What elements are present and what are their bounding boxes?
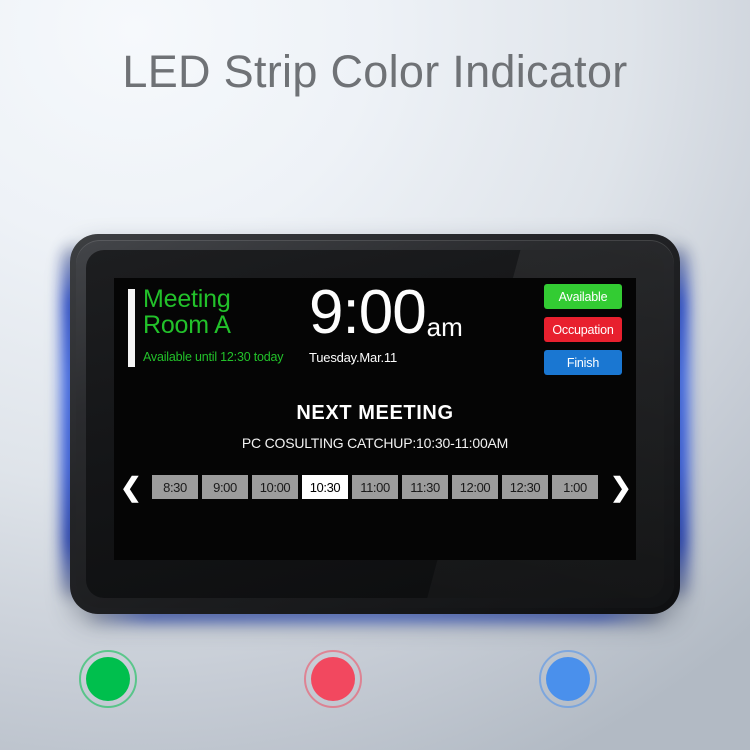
chevron-right-icon[interactable]: ❯ <box>610 474 632 500</box>
led-indicator-ring <box>304 650 362 708</box>
next-meeting-block: NEXT MEETING PC COSULTING CATCHUP:10:30-… <box>114 402 636 451</box>
led-indicator-ring <box>539 650 597 708</box>
room-availability-text: Available until 12:30 today <box>143 350 284 364</box>
led-room-booking-panel: Meeting Room A Available until 12:30 tod… <box>62 228 688 621</box>
timeline-slot[interactable]: 12:30 <box>502 475 548 499</box>
clock-meridiem: am <box>426 312 463 342</box>
chevron-left-icon[interactable]: ❮ <box>120 474 142 500</box>
status-button-available[interactable]: Available <box>544 284 622 309</box>
clock-row: 9:00 am <box>309 282 463 344</box>
red-led-indicator <box>304 650 362 708</box>
poster-canvas: LED Strip Color Indicator Meeting Room A… <box>0 0 750 750</box>
room-status-bar <box>128 289 135 367</box>
status-button-group: Available Occupation Finish <box>544 284 622 375</box>
timeline-slot[interactable]: 12:00 <box>452 475 498 499</box>
timeline-slot[interactable]: 8:30 <box>152 475 198 499</box>
timeline-slot-list: 8:30 9:00 10:00 10:30 11:00 11:30 12:00 12:30 1:… <box>144 475 606 499</box>
room-info-block: Meeting Room A Available until 12:30 tod… <box>128 286 284 367</box>
green-led-indicator <box>79 650 137 708</box>
room-text-group: Meeting Room A Available until 12:30 tod… <box>143 286 284 367</box>
device-screen: Meeting Room A Available until 12:30 tod… <box>114 278 636 560</box>
clock-time: 9:00 <box>309 278 427 347</box>
timeline-slot[interactable]: 11:00 <box>352 475 398 499</box>
led-color-indicator-row <box>0 650 750 730</box>
timeline-bar: ❮ 8:30 9:00 10:00 10:30 11:00 11:30 12:00 12:30… <box>120 474 632 500</box>
status-button-finish[interactable]: Finish <box>544 350 622 375</box>
next-meeting-heading: NEXT MEETING <box>296 402 454 424</box>
timeline-slot[interactable]: 11:30 <box>402 475 448 499</box>
blue-led-indicator <box>539 650 597 708</box>
led-indicator-ring <box>79 650 137 708</box>
room-name: Meeting Room A <box>143 286 283 338</box>
clock-date: Tuesday.Mar.11 <box>309 350 398 365</box>
room-name-line-2: Room A <box>143 311 231 339</box>
timeline-slot[interactable]: 10:30 <box>302 475 348 499</box>
room-name-line-1: Meeting <box>143 285 231 313</box>
timeline-slot[interactable]: 10:00 <box>252 475 298 499</box>
timeline-slot[interactable]: 1:00 <box>552 475 598 499</box>
next-meeting-detail: PC COSULTING CATCHUP:10:30-11:00AM <box>241 435 509 451</box>
clock-block: 9:00 am Tuesday.Mar.11 <box>309 282 463 366</box>
timeline-slot[interactable]: 9:00 <box>202 475 248 499</box>
status-button-occupation[interactable]: Occupation <box>544 317 622 342</box>
page-title: LED Strip Color Indicator <box>122 46 628 97</box>
